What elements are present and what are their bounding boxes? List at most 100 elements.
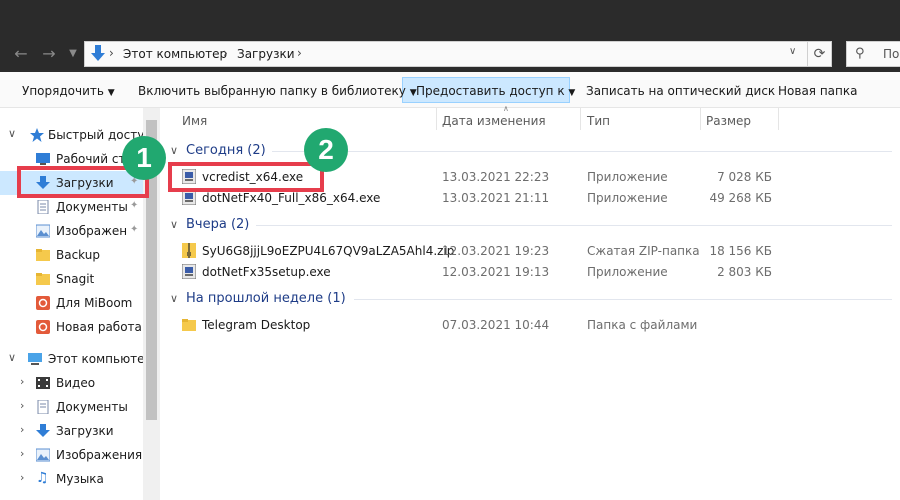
chevron-down-icon: ▼ (107, 88, 115, 98)
breadcrumb-this-pc[interactable]: Этот компьютер (123, 47, 227, 61)
step-badge-2: 2 (304, 128, 348, 172)
breadcrumb-downloads[interactable]: Загрузки (237, 47, 295, 61)
refresh-icon[interactable]: ⟳ (807, 41, 831, 67)
documents-icon (37, 400, 49, 414)
sidebar-item-pictures[interactable]: Изображения ✦ (0, 219, 143, 243)
sidebar-item-new-work[interactable]: Новая работа (0, 315, 143, 339)
sidebar-item-music[interactable]: › ♫ Музыка (0, 467, 143, 491)
group-header-today[interactable]: Сегодня (2) (186, 143, 266, 158)
chevron-right-icon: › (20, 471, 25, 484)
chevron-right-icon: › (20, 423, 25, 436)
sidebar-item-snagit[interactable]: Snagit (0, 267, 143, 291)
pin-icon: ✦ (130, 200, 139, 211)
sidebar-item-label: Рабочий стол (56, 152, 126, 166)
sidebar-item-quick-access[interactable]: ∨ Быстрый доступ (0, 123, 143, 147)
file-date: 07.03.2021 10:44 (442, 318, 550, 332)
app-folder-icon (36, 320, 50, 334)
sidebar-item-label: Загрузки (56, 424, 114, 438)
recent-locations-button[interactable]: ▼ (62, 44, 84, 64)
sidebar-item-pc-downloads[interactable]: › Загрузки (0, 419, 143, 443)
column-header-type[interactable]: Тип (587, 114, 610, 128)
forward-button[interactable]: → (38, 44, 60, 64)
column-header-date[interactable]: Дата изменения (442, 114, 546, 128)
documents-icon (37, 200, 49, 214)
sidebar-item-label: Изображения (56, 224, 128, 238)
file-name: dotNetFx40_Full_x86_x64.exe (202, 191, 381, 205)
installer-icon (182, 190, 196, 205)
window-titlebar (0, 0, 900, 36)
column-header-size[interactable]: Размер (706, 114, 751, 128)
sidebar-item-label: Новая работа (56, 320, 142, 334)
file-name: Telegram Desktop (202, 318, 311, 332)
organize-button[interactable]: Упорядочить ▼ (22, 84, 115, 98)
pictures-icon (36, 448, 50, 462)
breadcrumb-separator-icon: › (223, 46, 228, 60)
sidebar-item-label: Документы (56, 400, 128, 414)
computer-icon (28, 353, 42, 365)
include-library-button[interactable]: Включить выбранную папку в библиотеку ▼ (138, 84, 417, 98)
app-folder-icon (36, 296, 50, 310)
sidebar-item-pc-pictures[interactable]: › Изображения (0, 443, 143, 467)
sidebar-item-label: Backup (56, 248, 100, 262)
file-size: 49 268 КБ (709, 191, 772, 205)
group-divider (272, 151, 892, 152)
sidebar-item-documents[interactable]: Документы ✦ (0, 195, 143, 219)
chevron-right-icon: › (20, 447, 25, 460)
downloads-icon (91, 45, 105, 61)
file-date: 13.03.2021 21:11 (442, 191, 550, 205)
search-input[interactable]: ⚲ По (846, 41, 900, 67)
chevron-right-icon: › (20, 399, 25, 412)
new-folder-button[interactable]: Новая папка (778, 84, 857, 98)
chevron-down-icon: ∨ (8, 351, 17, 364)
group-divider (354, 299, 892, 300)
sidebar-item-pc-documents[interactable]: › Документы (0, 395, 143, 419)
sidebar-item-label: Видео (56, 376, 96, 390)
group-header-yesterday[interactable]: Вчера (2) (186, 217, 249, 232)
sidebar-item-video[interactable]: › Видео (0, 371, 143, 395)
sidebar-item-label: Snagit (56, 272, 95, 286)
file-date: 12.03.2021 19:13 (442, 265, 550, 279)
column-header-name[interactable]: Имя (182, 114, 207, 128)
share-button[interactable]: Предоставить доступ к ▼ (416, 84, 575, 98)
zip-icon (182, 243, 196, 258)
address-dropdown-icon[interactable]: ∨ (789, 46, 796, 57)
chevron-down-icon: ∨ (8, 127, 17, 140)
folder-icon (36, 249, 50, 261)
chevron-down-icon[interactable]: ∨ (170, 218, 178, 231)
sidebar-item-this-pc[interactable]: ∨ Этот компьютер (0, 347, 152, 371)
chevron-down-icon[interactable]: ∨ (170, 292, 178, 305)
sidebar-item-miboom[interactable]: Для MiBoom (0, 291, 143, 315)
pin-icon: ✦ (130, 224, 139, 235)
file-type: Папка с файлами (587, 318, 698, 332)
sidebar-item-label: Быстрый доступ (48, 128, 143, 142)
include-library-label: Включить выбранную папку в библиотеку (138, 84, 406, 98)
column-divider[interactable] (436, 108, 437, 130)
column-divider[interactable] (778, 108, 779, 130)
sort-arrow-icon: ∧ (503, 104, 509, 113)
music-icon: ♫ (36, 470, 49, 486)
back-button[interactable]: ← (10, 44, 32, 64)
file-size: 2 803 КБ (717, 265, 772, 279)
group-divider (256, 225, 892, 226)
share-label: Предоставить доступ к (416, 84, 565, 98)
address-box[interactable]: › Этот компьютер › Загрузки › ∨ ⟳ (84, 41, 832, 67)
highlight-box-vcredist (168, 162, 324, 192)
file-type: Приложение (587, 191, 668, 205)
file-size: 18 156 КБ (709, 244, 772, 258)
chevron-down-icon: ▼ (568, 88, 576, 98)
group-header-last-week[interactable]: На прошлой неделе (1) (186, 291, 346, 306)
pictures-icon (36, 224, 50, 238)
burn-disc-button[interactable]: Записать на оптический диск (586, 84, 775, 98)
sidebar-item-label: Для MiBoom (56, 296, 133, 310)
file-type: Приложение (587, 265, 668, 279)
folder-icon (36, 273, 50, 285)
sidebar-item-backup[interactable]: Backup (0, 243, 143, 267)
column-divider[interactable] (580, 108, 581, 130)
star-icon (30, 128, 44, 142)
sidebar-item-label: Документы (56, 200, 128, 214)
step-badge-1: 1 (122, 136, 166, 180)
chevron-down-icon[interactable]: ∨ (170, 144, 178, 157)
column-divider[interactable] (700, 108, 701, 130)
video-icon (36, 377, 50, 389)
search-icon: ⚲ (855, 46, 865, 61)
